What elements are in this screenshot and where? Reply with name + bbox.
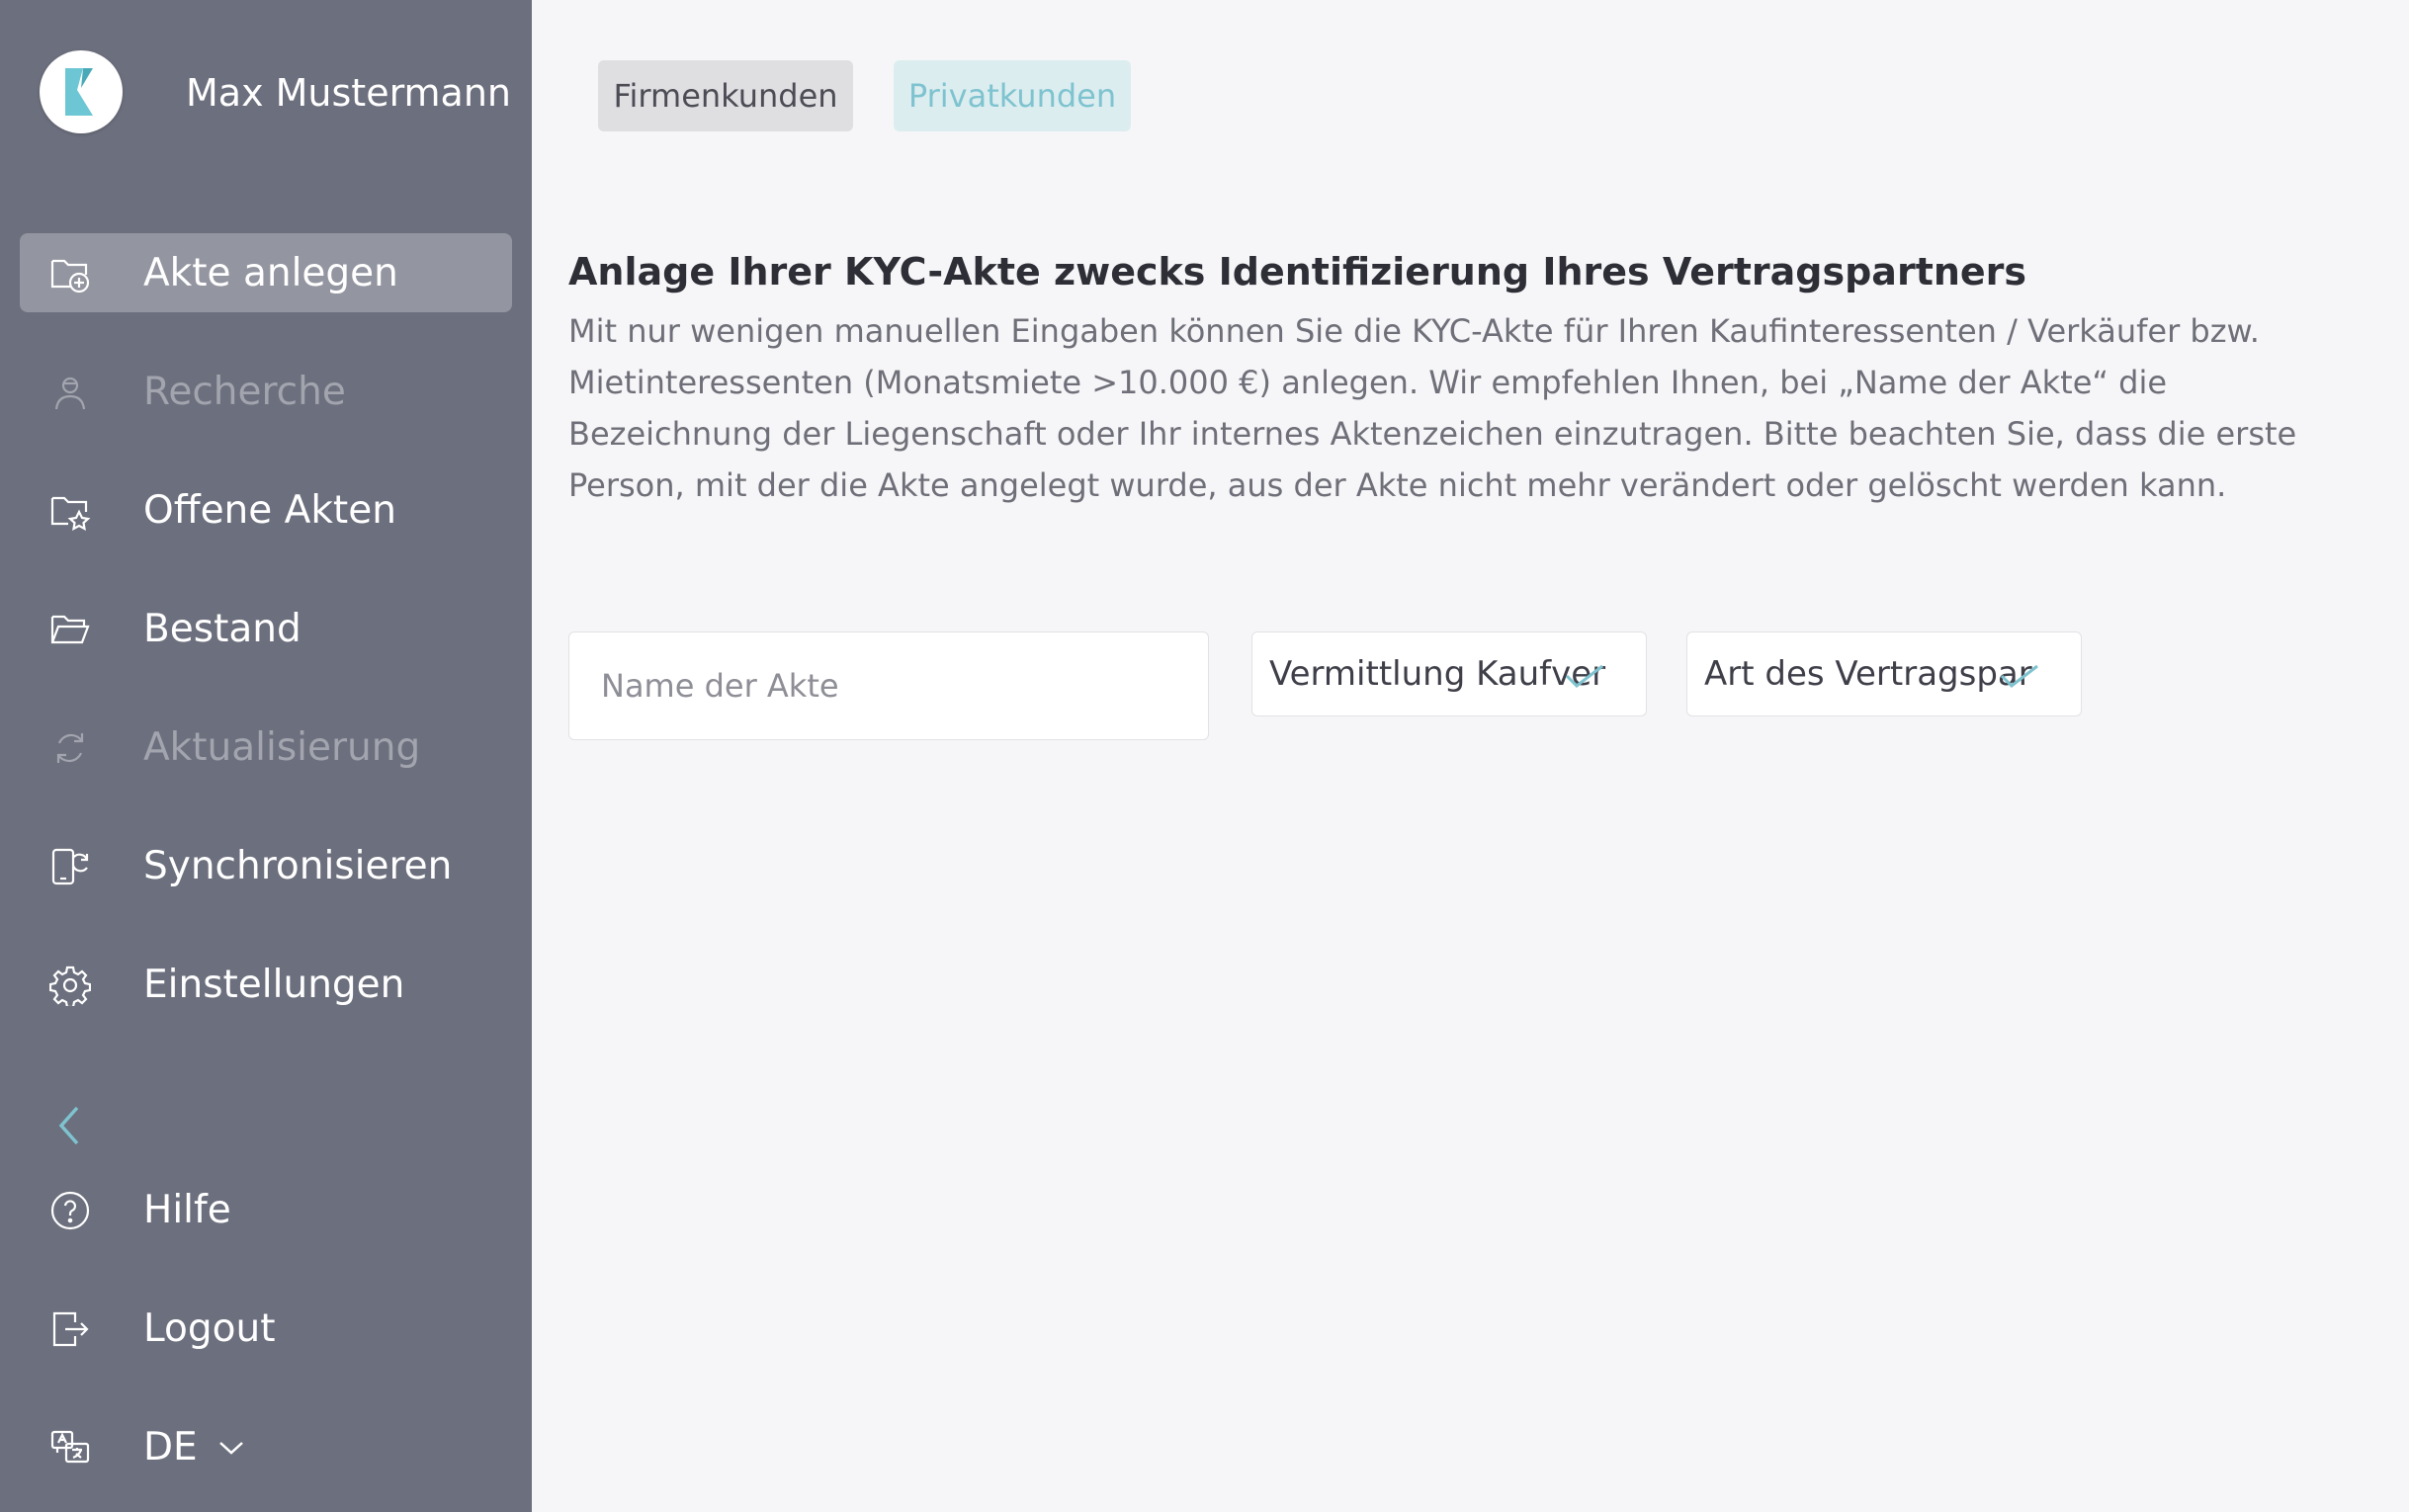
sidebar-item-offene-akten[interactable]: Offene Akten xyxy=(20,470,512,549)
chevron-down-icon xyxy=(219,1442,243,1455)
sidebar-item-logout[interactable]: Logout xyxy=(20,1289,512,1368)
logo-icon xyxy=(65,68,93,116)
sidebar-item-label: Recherche xyxy=(143,369,346,414)
sidebar-item-label: Akte anlegen xyxy=(143,250,398,295)
language-selector[interactable]: DE xyxy=(20,1407,512,1486)
sidebar-item-synchronisieren[interactable]: Synchronisieren xyxy=(20,826,512,905)
user-profile[interactable]: Max Mustermann xyxy=(40,49,511,134)
vermittlung-select[interactable]: Vermittlung Kaufver xyxy=(1251,631,1647,716)
check-icon xyxy=(1565,664,1603,688)
sidebar-item-recherche[interactable]: Recherche xyxy=(20,352,512,431)
sidebar-item-aktualisierung[interactable]: Aktualisierung xyxy=(20,708,512,787)
sidebar-item-label: Bestand xyxy=(143,606,301,651)
sidebar-item-label: Einstellungen xyxy=(143,962,405,1007)
help-icon xyxy=(50,1191,90,1230)
device-sync-icon xyxy=(51,848,89,885)
select-value: Vermittlung Kaufver xyxy=(1269,654,1606,694)
user-name: Max Mustermann xyxy=(186,71,512,115)
vertragspartner-art-select[interactable]: Art des Vertragspar xyxy=(1686,631,2082,716)
name-der-akte-input[interactable] xyxy=(568,631,1209,740)
chevron-left-icon[interactable] xyxy=(49,1102,89,1149)
folder-open-icon xyxy=(50,615,90,644)
refresh-icon xyxy=(56,733,84,763)
language-icon xyxy=(50,1430,90,1464)
folder-add-icon xyxy=(50,259,90,294)
language-label: DE xyxy=(143,1424,198,1470)
sidebar-item-einstellungen[interactable]: Einstellungen xyxy=(20,945,512,1024)
select-value: Art des Vertragspar xyxy=(1704,654,2032,694)
sidebar-item-hilfe[interactable]: Hilfe xyxy=(20,1170,512,1249)
sidebar-item-bestand[interactable]: Bestand xyxy=(20,589,512,668)
user-search-icon xyxy=(54,377,86,410)
avatar[interactable] xyxy=(40,50,123,133)
sidebar-item-label: Aktualisierung xyxy=(143,724,421,770)
gear-icon xyxy=(49,966,91,1006)
sidebar: Max Mustermann Akte anlegen Recherche Of… xyxy=(0,0,532,1512)
sidebar-item-label: Logout xyxy=(143,1305,276,1351)
folder-star-icon xyxy=(50,496,91,532)
page-description: Mit nur wenigen manuellen Eingaben könne… xyxy=(568,312,2297,504)
tab-firmenkunden[interactable]: Firmenkunden xyxy=(598,60,853,131)
main-content: Firmenkunden Privatkunden Anlage Ihrer K… xyxy=(532,0,2409,1512)
tab-privatkunden[interactable]: Privatkunden xyxy=(894,60,1131,131)
sidebar-item-akte-anlegen[interactable]: Akte anlegen xyxy=(20,233,512,312)
sidebar-item-label: Synchronisieren xyxy=(143,843,453,888)
check-icon xyxy=(2000,664,2038,688)
sidebar-item-label: Offene Akten xyxy=(143,487,396,533)
page-title: Anlage Ihrer KYC-Akte zwecks Identifizie… xyxy=(568,250,2027,294)
sidebar-item-label: Hilfe xyxy=(143,1187,231,1232)
logout-icon xyxy=(52,1311,89,1347)
